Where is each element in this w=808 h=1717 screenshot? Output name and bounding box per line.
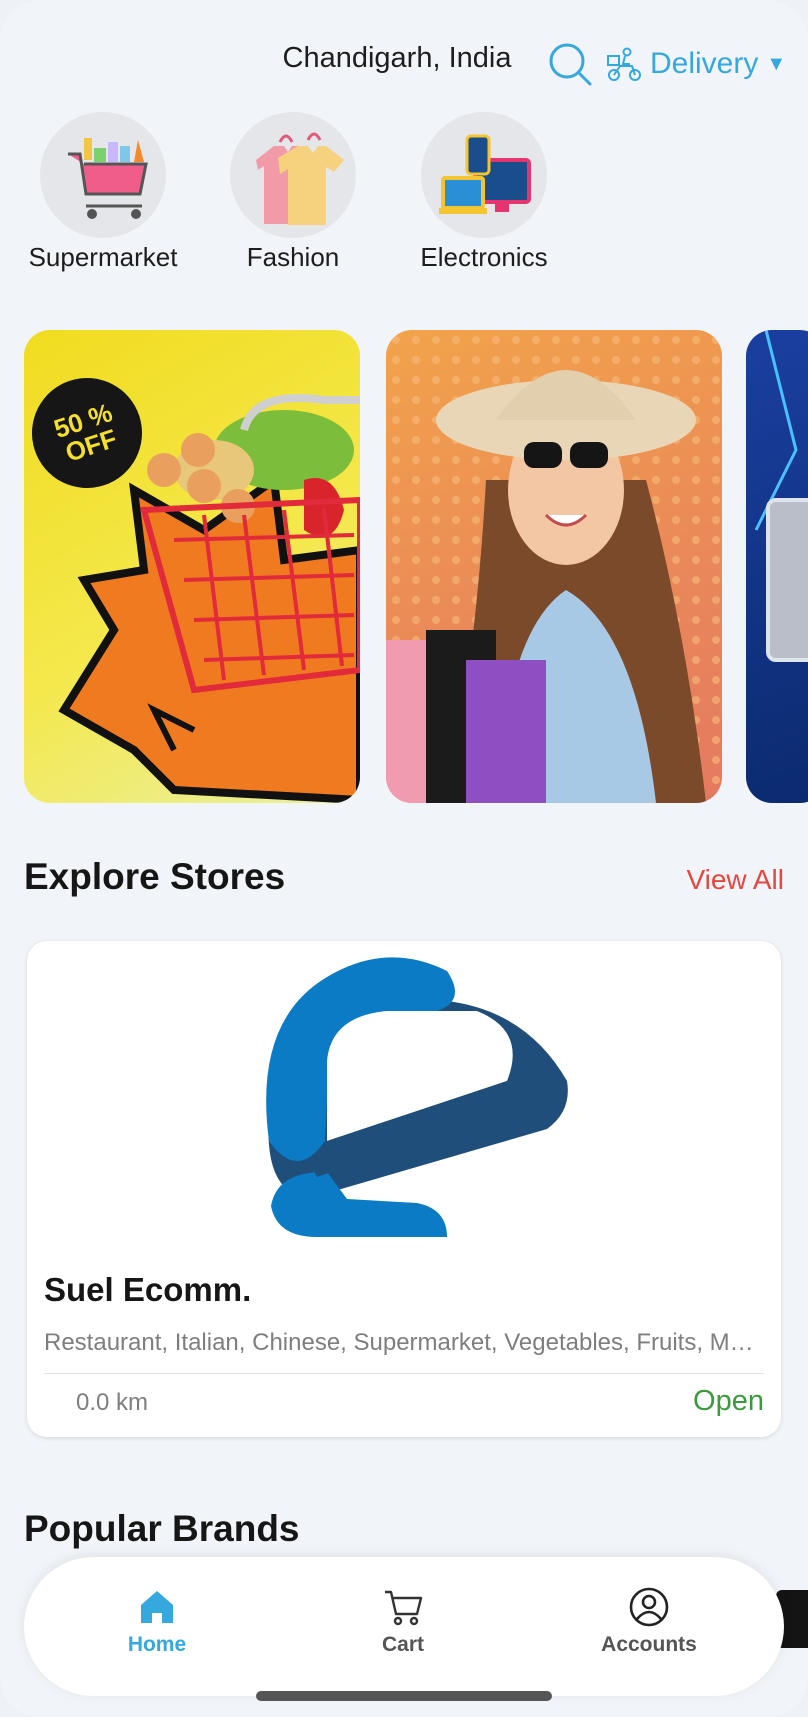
store-logo [266, 957, 568, 1237]
popular-brands-title: Popular Brands [24, 1508, 300, 1549]
shopping-woman-photo [386, 330, 722, 803]
cart-icon [385, 1590, 423, 1626]
account-icon [629, 1587, 669, 1627]
nav-accounts[interactable]: Accounts [569, 1587, 729, 1657]
promo-banner-electronics[interactable] [746, 330, 808, 803]
devices-icon [439, 134, 531, 214]
category-label: Supermarket [28, 242, 178, 272]
divider [44, 1373, 764, 1374]
bottom-navigation: Home Cart Accounts [24, 1557, 784, 1696]
nav-home[interactable]: Home [77, 1587, 237, 1657]
view-all-link[interactable]: View All [686, 864, 784, 896]
nav-cart[interactable]: Cart [323, 1587, 483, 1657]
home-indicator[interactable] [256, 1691, 552, 1701]
search-icon [549, 43, 592, 86]
nav-accounts-label: Accounts [601, 1633, 697, 1656]
category-electronics[interactable]: Electronics [384, 112, 584, 273]
category-image [230, 112, 356, 238]
explore-stores-title: Explore Stores [24, 856, 286, 897]
delivery-label: Delivery [650, 47, 759, 80]
category-label: Electronics [420, 242, 548, 272]
chevron-down-icon: ▼ [766, 52, 787, 75]
store-distance: 0.0 km [76, 1389, 149, 1416]
category-image [40, 112, 166, 238]
nav-home-label: Home [127, 1633, 187, 1656]
shopping-cart-icon [68, 138, 148, 219]
store-card[interactable]: Suel Ecomm. Restaurant, Italian, Chinese… [27, 941, 781, 1437]
delivery-mode-selector[interactable]: Delivery ▼ [604, 40, 786, 88]
search-button[interactable] [546, 40, 594, 88]
nav-cart-label: Cart [381, 1633, 424, 1656]
category-image [421, 112, 547, 238]
store-categories: Restaurant, Italian, Chinese, Supermarke… [44, 1329, 764, 1356]
category-fashion[interactable]: Fashion [193, 112, 393, 273]
clothes-icon [256, 132, 344, 225]
app-screen: Chandigarh, India Delivery ▼ Supermarket… [0, 0, 808, 1717]
electronics-banner-art [754, 330, 808, 662]
scooter-icon [607, 47, 641, 81]
home-icon [141, 1591, 173, 1623]
category-supermarket[interactable]: Supermarket [3, 112, 203, 273]
store-name: Suel Ecomm. [44, 1271, 252, 1308]
store-status-badge: Open [693, 1385, 764, 1417]
promo-banner-grocery[interactable]: 50 % OFF [24, 330, 360, 803]
category-label: Fashion [246, 242, 340, 272]
promo-banner-fashion[interactable] [386, 330, 722, 803]
